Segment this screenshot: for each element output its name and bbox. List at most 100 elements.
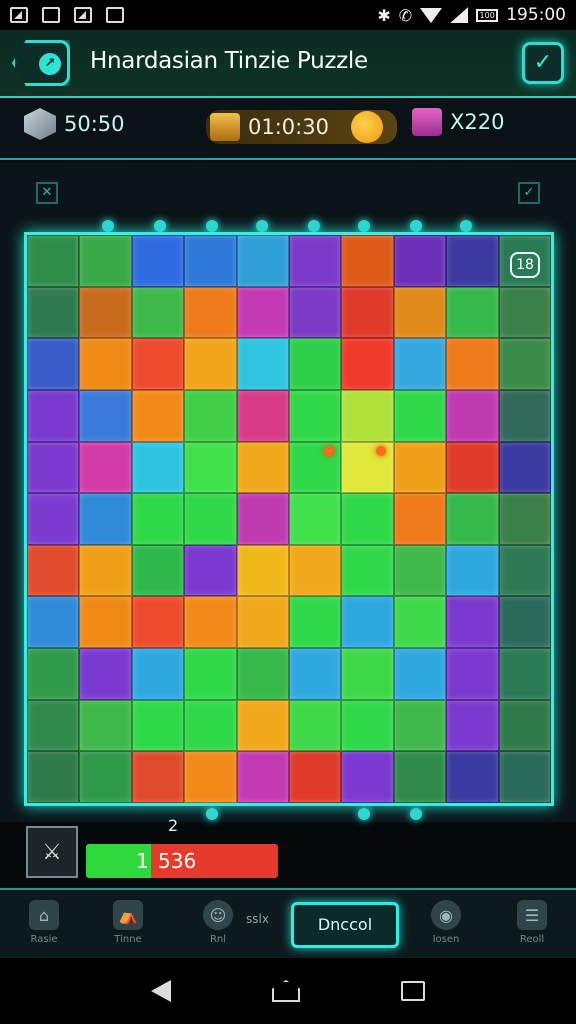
puzzle-piece[interactable] xyxy=(131,544,185,597)
tool-button[interactable]: ⚔ xyxy=(26,826,78,878)
puzzle-piece[interactable] xyxy=(27,751,80,803)
puzzle-piece[interactable] xyxy=(131,699,185,752)
puzzle-board[interactable] xyxy=(24,232,554,806)
puzzle-piece[interactable] xyxy=(289,596,342,649)
puzzle-piece[interactable] xyxy=(498,389,551,442)
puzzle-piece[interactable] xyxy=(236,441,289,494)
puzzle-piece[interactable] xyxy=(289,544,342,597)
back-button[interactable]: ↗ xyxy=(12,40,70,86)
puzzle-piece[interactable] xyxy=(289,493,342,545)
puzzle-piece[interactable] xyxy=(184,751,237,803)
nav-item-rasie[interactable]: ⌂ Rasie xyxy=(14,900,74,945)
puzzle-piece[interactable] xyxy=(393,544,447,597)
puzzle-piece[interactable] xyxy=(393,751,447,803)
puzzle-piece[interactable] xyxy=(446,235,499,287)
puzzle-piece[interactable] xyxy=(79,493,132,545)
puzzle-piece[interactable] xyxy=(79,338,132,390)
puzzle-piece[interactable] xyxy=(341,389,394,442)
puzzle-piece[interactable] xyxy=(131,493,185,545)
puzzle-piece[interactable] xyxy=(184,596,237,649)
puzzle-piece[interactable] xyxy=(79,286,132,339)
hint-button[interactable]: ✓ xyxy=(522,42,564,84)
puzzle-piece[interactable] xyxy=(79,596,132,649)
puzzle-piece[interactable] xyxy=(341,338,394,390)
puzzle-piece[interactable] xyxy=(27,338,80,390)
puzzle-piece[interactable] xyxy=(289,389,342,442)
puzzle-piece[interactable] xyxy=(289,699,342,752)
puzzle-piece[interactable] xyxy=(184,338,237,390)
puzzle-piece[interactable] xyxy=(236,699,289,752)
puzzle-piece[interactable] xyxy=(131,596,185,649)
puzzle-piece[interactable] xyxy=(446,596,499,649)
puzzle-piece[interactable] xyxy=(341,596,394,649)
puzzle-piece[interactable] xyxy=(184,286,237,339)
close-icon[interactable]: ✕ xyxy=(36,182,58,204)
puzzle-piece[interactable] xyxy=(131,286,185,339)
puzzle-piece[interactable] xyxy=(184,544,237,597)
puzzle-piece[interactable] xyxy=(236,338,289,390)
puzzle-piece[interactable] xyxy=(341,544,394,597)
puzzle-piece[interactable] xyxy=(131,441,185,494)
back-icon[interactable] xyxy=(150,980,171,1002)
puzzle-piece[interactable] xyxy=(498,286,551,339)
puzzle-piece[interactable] xyxy=(79,389,132,442)
puzzle-piece[interactable] xyxy=(393,493,447,545)
puzzle-piece[interactable] xyxy=(341,648,394,700)
check-icon[interactable]: ✓ xyxy=(518,182,540,204)
puzzle-piece[interactable] xyxy=(341,751,394,803)
puzzle-piece[interactable] xyxy=(498,493,551,545)
main-action-button[interactable]: Dnccol xyxy=(291,902,399,948)
puzzle-piece[interactable] xyxy=(393,441,447,494)
puzzle-piece[interactable] xyxy=(393,286,447,339)
puzzle-piece[interactable] xyxy=(289,648,342,700)
puzzle-piece[interactable] xyxy=(236,493,289,545)
puzzle-piece[interactable] xyxy=(498,699,551,752)
puzzle-piece[interactable] xyxy=(236,648,289,700)
puzzle-piece[interactable] xyxy=(446,699,499,752)
puzzle-piece[interactable] xyxy=(27,596,80,649)
puzzle-piece[interactable] xyxy=(236,286,289,339)
puzzle-piece[interactable] xyxy=(131,751,185,803)
puzzle-piece[interactable] xyxy=(446,544,499,597)
puzzle-piece[interactable] xyxy=(236,389,289,442)
puzzle-piece[interactable] xyxy=(236,751,289,803)
puzzle-piece[interactable] xyxy=(131,338,185,390)
puzzle-piece[interactable] xyxy=(393,648,447,700)
puzzle-piece[interactable] xyxy=(27,544,80,597)
puzzle-piece[interactable] xyxy=(393,389,447,442)
puzzle-piece[interactable] xyxy=(289,751,342,803)
puzzle-piece[interactable] xyxy=(393,235,447,287)
home-button-icon[interactable] xyxy=(271,980,300,1002)
puzzle-piece[interactable] xyxy=(289,286,342,339)
puzzle-piece[interactable] xyxy=(289,338,342,390)
puzzle-piece[interactable] xyxy=(184,493,237,545)
puzzle-piece[interactable] xyxy=(184,235,237,287)
puzzle-piece[interactable] xyxy=(446,389,499,442)
puzzle-piece[interactable] xyxy=(27,699,80,752)
puzzle-piece[interactable] xyxy=(498,751,551,803)
puzzle-piece[interactable] xyxy=(446,751,499,803)
nav-item-reoll[interactable]: ☰ Reoll xyxy=(502,900,562,945)
puzzle-piece[interactable] xyxy=(498,648,551,700)
puzzle-piece[interactable] xyxy=(446,441,499,494)
puzzle-piece[interactable] xyxy=(27,389,80,442)
puzzle-grid[interactable] xyxy=(27,235,551,803)
nav-item-tinne[interactable]: ⛺ Tinne xyxy=(98,900,158,945)
puzzle-piece[interactable] xyxy=(27,235,80,287)
puzzle-piece[interactable] xyxy=(341,699,394,752)
puzzle-piece[interactable] xyxy=(446,338,499,390)
puzzle-piece[interactable] xyxy=(498,441,551,494)
puzzle-piece[interactable] xyxy=(184,389,237,442)
puzzle-piece[interactable] xyxy=(236,596,289,649)
puzzle-piece[interactable] xyxy=(184,648,237,700)
puzzle-piece[interactable] xyxy=(27,286,80,339)
puzzle-piece[interactable] xyxy=(27,493,80,545)
puzzle-piece[interactable] xyxy=(27,648,80,700)
puzzle-piece[interactable] xyxy=(131,235,185,287)
puzzle-piece[interactable] xyxy=(341,235,394,287)
puzzle-piece[interactable] xyxy=(184,441,237,494)
puzzle-piece[interactable] xyxy=(341,286,394,339)
puzzle-piece[interactable] xyxy=(236,544,289,597)
puzzle-piece[interactable] xyxy=(498,544,551,597)
puzzle-piece[interactable] xyxy=(498,596,551,649)
